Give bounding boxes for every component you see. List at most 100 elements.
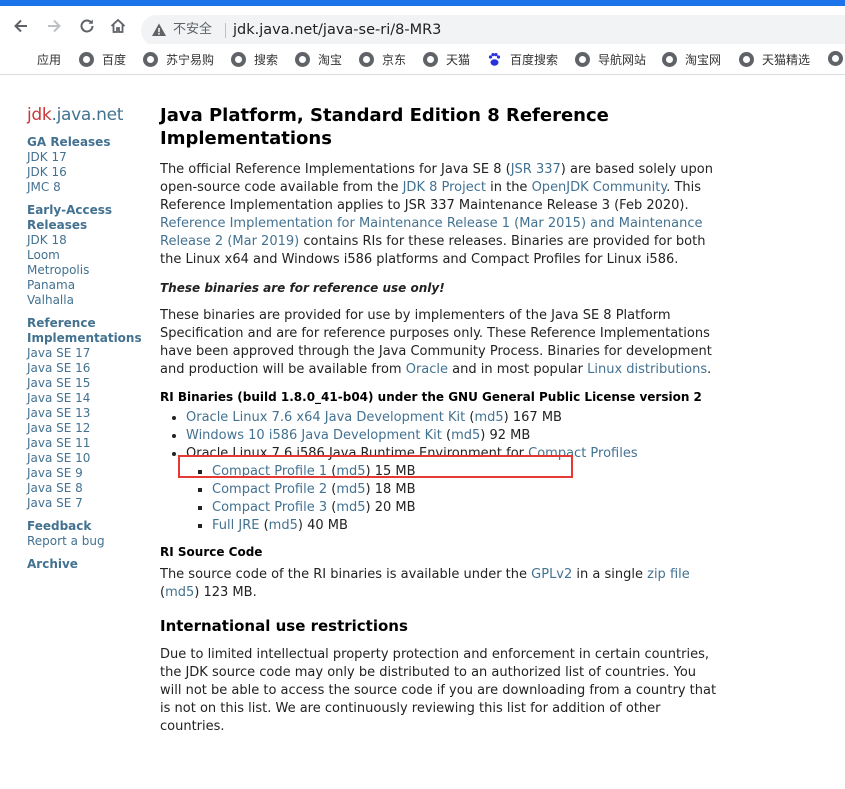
bookmark-label: 导航网站: [598, 53, 647, 67]
purpose-text: .: [707, 362, 712, 377]
sidebar-item-java-se-9[interactable]: Java SE 9: [27, 466, 152, 481]
sidebar-item-jdk16[interactable]: JDK 16: [27, 165, 152, 180]
full-jre-md5-link[interactable]: md5: [269, 518, 298, 533]
sidebar-item-java-se-8[interactable]: Java SE 8: [27, 481, 152, 496]
file-size: 92 MB: [489, 428, 531, 443]
bookmark-tmall-select[interactable]: 天猫精选: [739, 51, 810, 68]
sidebar-item-java-se-13[interactable]: Java SE 13: [27, 406, 152, 421]
full-jre-link[interactable]: Full JRE: [212, 518, 259, 533]
bookmark-baidu[interactable]: 百度: [79, 51, 126, 68]
list-item: Compact Profile 3 (md5) 20 MB: [212, 499, 720, 517]
bookmark-nav-sites[interactable]: 导航网站: [575, 51, 646, 68]
site-logo[interactable]: jdk.java.net: [27, 104, 152, 126]
intl-paragraph: Due to limited intellectual property pro…: [160, 647, 717, 734]
bookmark-apps[interactable]: 应用: [14, 51, 61, 68]
sidebar-item-panama[interactable]: Panama: [27, 278, 152, 293]
purpose-text: and in most popular: [448, 362, 588, 377]
sidebar-item-jdk18[interactable]: JDK 18: [27, 233, 152, 248]
sidebar-heading-ga[interactable]: GA Releases: [27, 135, 152, 150]
sidebar-item-report-bug[interactable]: Report a bug: [27, 534, 152, 549]
sidebar: jdk.java.net GA Releases JDK 17 JDK 16 J…: [27, 104, 152, 572]
baidu-paw-icon: [488, 53, 501, 66]
jdk8-project-link[interactable]: JDK 8 Project: [403, 180, 486, 195]
list-item: Full JRE (md5) 40 MB: [212, 517, 720, 535]
list-item: Oracle Linux 7.6 x64 Java Development Ki…: [186, 409, 720, 427]
sidebar-ea-group: Early-Access Releases JDK 18 Loom Metrop…: [27, 203, 152, 308]
profiles-list: Compact Profile 1 (md5) 15 MB Compact Pr…: [186, 463, 720, 535]
sidebar-heading-feedback[interactable]: Feedback: [27, 519, 152, 534]
jsr-337-link[interactable]: JSR 337: [511, 162, 561, 177]
sidebar-item-jdk17[interactable]: JDK 17: [27, 150, 152, 165]
bookmark-overflow[interactable]: [828, 51, 845, 66]
intro-text: The official Reference Implementations f…: [160, 162, 511, 177]
bookmark-tmall[interactable]: 天猫: [423, 51, 470, 68]
bookmark-label: 天猫精选: [762, 53, 811, 67]
sidebar-item-jmc8[interactable]: JMC 8: [27, 180, 152, 195]
sidebar-heading-early-access[interactable]: Early-Access Releases: [27, 203, 152, 233]
reference-only-note: These binaries are for reference use onl…: [160, 281, 445, 295]
linux-distributions-link[interactable]: Linux distributions: [587, 362, 707, 377]
linux-x64-md5-link[interactable]: md5: [474, 410, 503, 425]
windows-i586-jdk-link[interactable]: Windows 10 i586 Java Development Kit: [186, 428, 442, 443]
linux-x64-jdk-link[interactable]: Oracle Linux 7.6 x64 Java Development Ki…: [186, 410, 465, 425]
zip-file-link[interactable]: zip file: [647, 567, 690, 582]
sidebar-item-java-se-7[interactable]: Java SE 7: [27, 496, 152, 511]
sidebar-item-java-se-14[interactable]: Java SE 14: [27, 391, 152, 406]
sidebar-item-java-se-12[interactable]: Java SE 12: [27, 421, 152, 436]
globe-icon: [575, 52, 590, 67]
gplv2-link[interactable]: GPLv2: [531, 567, 572, 582]
logo-jdk: jdk: [27, 105, 52, 125]
oracle-link[interactable]: Oracle: [406, 362, 448, 377]
sidebar-ri-group: Reference Implementations Java SE 17 Jav…: [27, 316, 152, 511]
address-bar[interactable]: 不安全 jdk.java.net/java-se-ri/8-MR3: [141, 15, 845, 46]
compact-profiles-link[interactable]: Compact Profiles: [528, 446, 637, 461]
file-size: 18 MB: [374, 482, 416, 497]
windows-i586-md5-link[interactable]: md5: [451, 428, 480, 443]
sidebar-item-metropolis[interactable]: Metropolis: [27, 263, 152, 278]
compact-profile-2-md5-link[interactable]: md5: [336, 482, 365, 497]
sidebar-item-java-se-16[interactable]: Java SE 16: [27, 361, 152, 376]
forward-button[interactable]: [43, 15, 65, 37]
sidebar-item-java-se-10[interactable]: Java SE 10: [27, 451, 152, 466]
bookmark-taobao[interactable]: 淘宝: [295, 51, 342, 68]
home-button[interactable]: [107, 15, 129, 37]
list-item: Compact Profile 2 (md5) 18 MB: [212, 481, 720, 499]
sidebar-heading-reference[interactable]: Reference Implementations: [27, 316, 152, 346]
openjdk-community-link[interactable]: OpenJDK Community: [532, 180, 667, 195]
bookmark-label: 苏宁易购: [166, 53, 215, 67]
apps-grid-icon: [14, 52, 29, 67]
reload-button[interactable]: [76, 15, 98, 37]
bookmark-label: 淘宝网: [685, 53, 722, 67]
binaries-heading: RI Binaries (build 1.8.0_41-b04) under t…: [160, 390, 702, 404]
globe-icon: [231, 52, 246, 67]
list-item: Windows 10 i586 Java Development Kit (md…: [186, 427, 720, 445]
sidebar-item-java-se-11[interactable]: Java SE 11: [27, 436, 152, 451]
bookmark-label: 百度: [102, 53, 127, 67]
compact-profile-1-md5-link[interactable]: md5: [336, 464, 365, 479]
bookmark-label: 应用: [37, 53, 62, 67]
compact-profile-3-link[interactable]: Compact Profile 3: [212, 500, 327, 515]
bookmark-search[interactable]: 搜索: [231, 51, 278, 68]
page-title: Java Platform, Standard Edition 8 Refere…: [160, 105, 609, 149]
file-size: 15 MB: [374, 464, 416, 479]
bookmark-baidu-search[interactable]: 百度搜索: [487, 51, 558, 68]
compact-profile-1-link[interactable]: Compact Profile 1: [212, 464, 327, 479]
compact-profile-3-md5-link[interactable]: md5: [336, 500, 365, 515]
compact-profile-2-link[interactable]: Compact Profile 2: [212, 482, 327, 497]
intl-heading: International use restrictions: [160, 617, 408, 635]
back-button[interactable]: [10, 15, 32, 37]
sidebar-item-valhalla[interactable]: Valhalla: [27, 293, 152, 308]
insecure-label[interactable]: 不安全: [173, 22, 212, 38]
file-size: 167 MB: [512, 410, 562, 425]
bookmark-label: 京东: [382, 53, 407, 67]
warning-icon[interactable]: [151, 22, 167, 38]
sidebar-heading-archive[interactable]: Archive: [27, 557, 152, 572]
url-text[interactable]: jdk.java.net/java-se-ri/8-MR3: [233, 21, 441, 39]
sidebar-item-java-se-17[interactable]: Java SE 17: [27, 346, 152, 361]
source-md5-link[interactable]: md5: [165, 585, 194, 600]
bookmark-suning[interactable]: 苏宁易购: [143, 51, 214, 68]
sidebar-item-loom[interactable]: Loom: [27, 248, 152, 263]
bookmark-taobao-net[interactable]: 淘宝网: [662, 51, 721, 68]
sidebar-item-java-se-15[interactable]: Java SE 15: [27, 376, 152, 391]
bookmark-jd[interactable]: 京东: [359, 51, 406, 68]
